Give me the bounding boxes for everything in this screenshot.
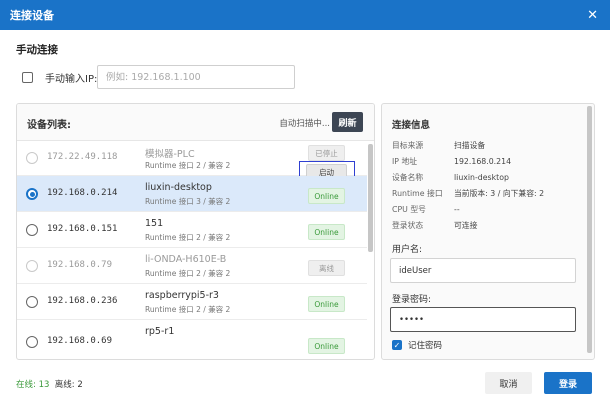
remember-label: 记住密码 bbox=[408, 341, 443, 351]
info-row-name: 设备名称 liuxin-desktop bbox=[392, 172, 509, 183]
info-key: CPU 型号 bbox=[392, 205, 426, 214]
info-row-login-status: 登录状态 可连接 bbox=[392, 220, 477, 231]
status-badge: Online bbox=[308, 188, 345, 204]
device-row[interactable]: 192.168.0.79 li-ONDA-H610E-B Runtime 接口 … bbox=[17, 248, 367, 284]
device-row[interactable]: 192.168.0.151 151 Runtime 接口 2 / 兼容 2 On… bbox=[17, 212, 367, 248]
info-value: 192.168.0.214 bbox=[454, 157, 512, 166]
status-badge: 离线 bbox=[308, 260, 345, 276]
connect-device-dialog: 连接设备 ✕ 手动连接 手动输入IP: 设备列表: 自动扫描中... 刷新 17… bbox=[0, 0, 610, 416]
device-runtime: Runtime 接口 3 / 兼容 2 bbox=[145, 197, 231, 206]
password-field[interactable]: ••••• bbox=[390, 307, 576, 332]
info-key: 设备名称 bbox=[392, 173, 424, 182]
info-value: liuxin-desktop bbox=[454, 173, 509, 182]
device-radio[interactable] bbox=[26, 336, 38, 348]
cancel-button[interactable]: 取消 bbox=[485, 372, 532, 394]
scan-status: 自动扫描中... bbox=[279, 119, 330, 129]
device-name: 模拟器-PLC bbox=[145, 149, 195, 160]
device-radio[interactable] bbox=[26, 188, 38, 200]
device-list-header: 设备列表: 自动扫描中... 刷新 bbox=[17, 104, 374, 141]
device-row[interactable]: 192.168.0.236 raspberrypi5-r3 Runtime 接口… bbox=[17, 284, 367, 320]
info-title: 连接信息 bbox=[392, 120, 431, 131]
device-ip: 172.22.49.118 bbox=[47, 152, 118, 162]
device-ip: 192.168.0.69 bbox=[47, 336, 113, 346]
info-row-runtime: Runtime 接口 当前版本: 3 / 向下兼容: 2 bbox=[392, 188, 544, 199]
info-value: -- bbox=[454, 205, 460, 214]
manual-connect-title: 手动连接 bbox=[16, 44, 58, 56]
info-row-cpu: CPU 型号 -- bbox=[392, 204, 460, 215]
device-list-panel: 设备列表: 自动扫描中... 刷新 172.22.49.118 模拟器-PLC … bbox=[16, 103, 375, 360]
device-list-title: 设备列表: bbox=[27, 120, 71, 131]
info-key: 目标来源 bbox=[392, 141, 424, 150]
info-value: 当前版本: 3 / 向下兼容: 2 bbox=[454, 189, 545, 198]
device-runtime: Runtime 接口 2 / 兼容 2 bbox=[145, 233, 231, 242]
device-name: liuxin-desktop bbox=[145, 182, 212, 193]
refresh-button[interactable]: 刷新 bbox=[332, 112, 363, 132]
device-ip: 192.168.0.236 bbox=[47, 296, 118, 306]
footer-status: 在线: 13 离线: 2 bbox=[16, 378, 83, 390]
username-label: 用户名: bbox=[392, 245, 423, 255]
device-radio[interactable] bbox=[26, 260, 38, 272]
device-ip: 192.168.0.79 bbox=[47, 260, 113, 270]
device-radio[interactable] bbox=[26, 224, 38, 236]
username-field[interactable]: ideUser bbox=[390, 258, 576, 283]
device-runtime: Runtime 接口 2 / 兼容 2 bbox=[145, 269, 231, 278]
info-key: 登录状态 bbox=[392, 221, 424, 230]
status-badge: Online bbox=[308, 338, 345, 354]
dialog-titlebar: 连接设备 ✕ bbox=[0, 0, 610, 30]
manual-ip-checkbox[interactable] bbox=[22, 71, 33, 83]
login-button[interactable]: 登录 bbox=[544, 372, 592, 394]
device-runtime: Runtime 接口 2 / 兼容 2 bbox=[145, 305, 231, 314]
device-radio[interactable] bbox=[26, 152, 38, 164]
info-key: IP 地址 bbox=[392, 157, 418, 166]
device-name: raspberrypi5-r3 bbox=[145, 290, 219, 301]
info-value: 扫描设备 bbox=[454, 141, 486, 150]
device-row[interactable]: 192.168.0.214 liuxin-desktop Runtime 接口 … bbox=[17, 176, 367, 212]
device-ip: 192.168.0.214 bbox=[47, 188, 118, 198]
check-icon[interactable]: ✓ bbox=[392, 340, 402, 350]
status-badge: 已停止 bbox=[308, 145, 345, 161]
device-row[interactable]: 192.168.0.69 rp5-r1 Online bbox=[17, 320, 367, 354]
info-row-source: 目标来源 扫描设备 bbox=[392, 140, 485, 151]
password-label: 登录密码: bbox=[392, 295, 432, 305]
device-list-scrollbar[interactable] bbox=[368, 144, 373, 252]
close-icon[interactable]: ✕ bbox=[587, 8, 598, 23]
connection-info-panel: 连接信息 目标来源 扫描设备 IP 地址 192.168.0.214 设备名称 liu… bbox=[381, 103, 595, 360]
info-value: 可连接 bbox=[454, 221, 478, 230]
info-key: Runtime 接口 bbox=[392, 189, 443, 198]
device-radio[interactable] bbox=[26, 296, 38, 308]
device-name: li-ONDA-H610E-B bbox=[145, 254, 227, 265]
online-count: 在线: 13 bbox=[16, 380, 50, 390]
device-name: 151 bbox=[145, 218, 164, 229]
dialog-title: 连接设备 bbox=[10, 9, 54, 22]
status-badge: Online bbox=[308, 296, 345, 312]
status-badge: Online bbox=[308, 224, 345, 240]
device-runtime: Runtime 接口 2 / 兼容 2 bbox=[145, 161, 231, 170]
device-ip: 192.168.0.151 bbox=[47, 224, 118, 234]
remember-password[interactable]: ✓ 记住密码 bbox=[392, 339, 442, 351]
device-row[interactable]: 172.22.49.118 模拟器-PLC Runtime 接口 2 / 兼容 … bbox=[17, 140, 367, 183]
device-name: rp5-r1 bbox=[145, 326, 175, 337]
manual-ip-label: 手动输入IP: bbox=[45, 73, 98, 85]
manual-ip-row: 手动输入IP: bbox=[22, 66, 97, 88]
offline-count: 离线: 2 bbox=[54, 380, 83, 390]
info-row-ip: IP 地址 192.168.0.214 bbox=[392, 156, 511, 167]
info-scrollbar[interactable] bbox=[587, 106, 592, 353]
manual-ip-input[interactable] bbox=[97, 65, 295, 89]
